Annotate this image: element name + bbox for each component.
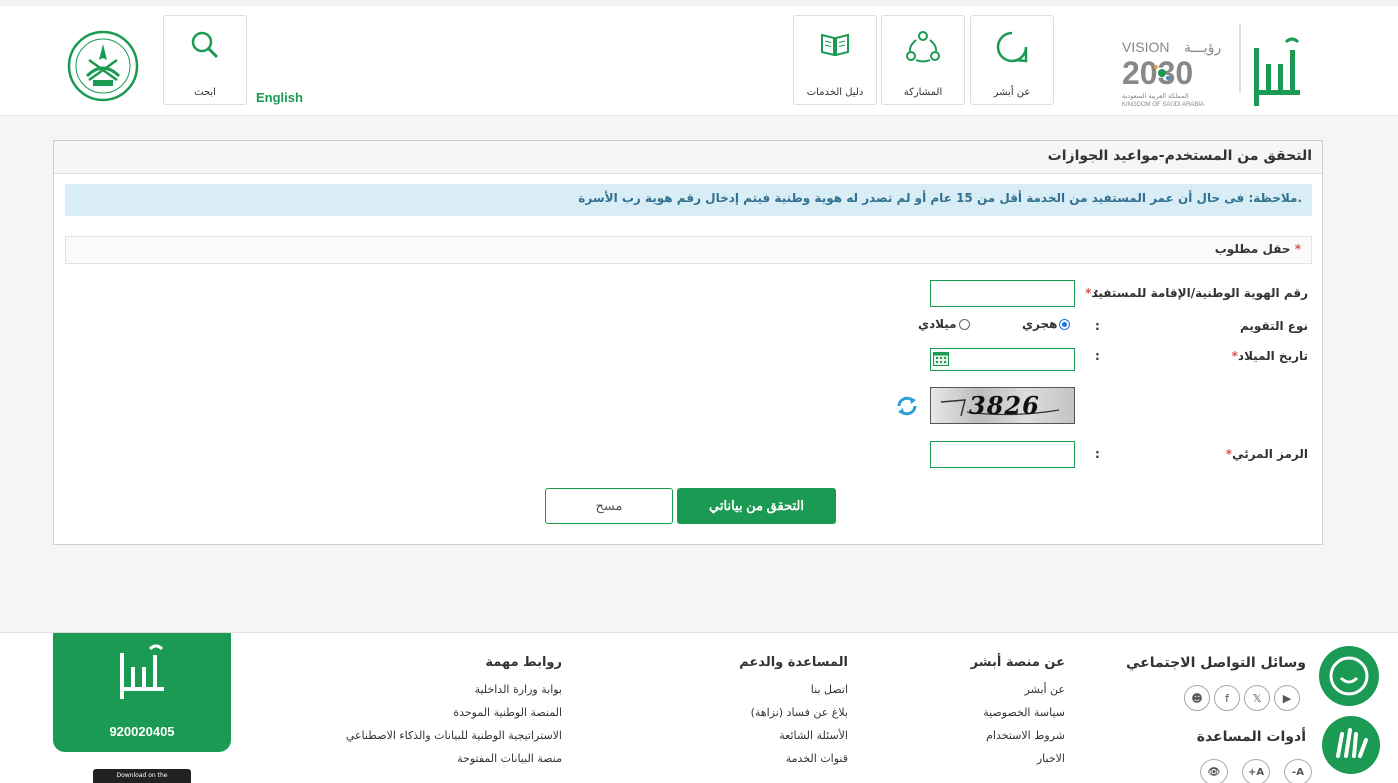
id-number-input[interactable]	[930, 280, 1075, 307]
hijri-label: هجري	[1022, 317, 1058, 331]
calendar-type-label: نوع التقويم	[1240, 319, 1308, 333]
footer-link[interactable]: المنصة الوطنية الموحدة	[310, 701, 562, 724]
sign-language-icon[interactable]	[1322, 716, 1380, 774]
footer-link[interactable]: عن أبشر	[940, 678, 1065, 701]
footer-phone[interactable]: 920020405	[53, 724, 231, 739]
youtube-icon[interactable]: ▶	[1274, 685, 1300, 711]
moi-emblem-icon[interactable]	[67, 30, 139, 102]
nav-services-guide[interactable]: دليل الخدمات	[793, 15, 877, 105]
nav-about-absher[interactable]: عن أبشر	[970, 15, 1054, 105]
footer-link[interactable]: قنوات الخدمة	[690, 747, 848, 770]
dob-label: تاريخ الميلاد*	[1231, 349, 1308, 363]
share-network-icon	[906, 31, 940, 63]
colon: :	[1095, 319, 1100, 333]
dob-input[interactable]	[930, 348, 1075, 371]
footer-link[interactable]: الأسئلة الشائعة	[690, 724, 848, 747]
radio-selected-icon[interactable]	[1059, 318, 1071, 330]
footer-col-title: المساعدة والدعم	[739, 655, 848, 670]
absher-logo[interactable]	[1234, 20, 1304, 112]
colon: :	[1095, 349, 1100, 363]
footer-col-title: عن منصة أبشر	[970, 655, 1065, 670]
captcha-label: الرمز المرئي*	[1225, 447, 1308, 461]
calendar-icon[interactable]	[933, 352, 949, 366]
nav-label: المشاركة	[903, 87, 943, 98]
gregorian-label: ميلادي	[918, 317, 957, 331]
captcha-image: 3826	[930, 387, 1075, 424]
required-text: حقل مطلوب	[1214, 242, 1291, 256]
appstore-badge[interactable]: Download on the	[93, 769, 191, 783]
snapchat-icon[interactable]: ☻	[1184, 685, 1210, 711]
search-icon	[191, 31, 219, 59]
book-icon	[821, 33, 849, 57]
accessibility-tools: 👁 +A -A	[1200, 759, 1312, 783]
svg-text:VISION: VISION	[1122, 39, 1169, 55]
footer-link[interactable]: الاخبار	[940, 747, 1065, 770]
radio-unselected-icon[interactable]	[958, 318, 970, 330]
svg-text:2030: 2030	[1122, 55, 1193, 91]
refresh-captcha-icon[interactable]	[895, 394, 919, 418]
footer-about-col: عن منصة أبشر عن أبشر سياسة الخصوصية شروط…	[940, 655, 1065, 770]
colon: :	[1095, 447, 1100, 461]
svg-text:رؤيـــة: رؤيـــة	[1184, 40, 1221, 56]
panel-title: التحقق من المستخدم-مواعيد الجوازات	[54, 141, 1322, 174]
english-link[interactable]: English	[256, 90, 303, 105]
footer-link[interactable]: بلاغ عن فساد (نزاهة)	[690, 701, 848, 724]
footer-link[interactable]: اتصل بنا	[690, 678, 848, 701]
footer-links-col: روابط مهمة بوابة وزارة الداخلية المنصة ا…	[310, 655, 562, 770]
font-decrease-button[interactable]: -A	[1284, 759, 1312, 783]
captcha-text: 3826	[969, 391, 1040, 420]
chat-bubble-icon	[996, 31, 1028, 63]
chatbot-icon[interactable]	[1319, 646, 1379, 706]
verification-panel: التحقق من المستخدم-مواعيد الجوازات ملاحظ…	[53, 140, 1323, 545]
footer-link[interactable]: منصة البيانات المفتوحة	[310, 747, 562, 770]
vision-2030-logo: VISION رؤيـــة 2030 المملكة العربية السع…	[1122, 39, 1221, 108]
search-button[interactable]: ابحث	[163, 15, 247, 105]
svg-text:KINGDOM OF SAUDI ARABIA: KINGDOM OF SAUDI ARABIA	[1122, 102, 1204, 108]
footer-link[interactable]: بوابة وزارة الداخلية	[310, 678, 562, 701]
footer: 920020405 Download on the روابط مهمة بوا…	[0, 632, 1398, 783]
footer-link[interactable]: شروط الاستخدام	[940, 724, 1065, 747]
clear-button[interactable]: مسح	[545, 488, 673, 524]
verify-button[interactable]: التحقق من بياناتي	[677, 488, 836, 524]
gregorian-radio[interactable]: ميلادي	[918, 317, 970, 331]
colon: :	[1094, 286, 1099, 300]
hijri-radio[interactable]: هجري	[1022, 317, 1071, 331]
svg-text:المملكة العربية السعودية: المملكة العربية السعودية	[1122, 92, 1189, 100]
x-twitter-icon[interactable]: 𝕏	[1244, 685, 1270, 711]
captcha-input[interactable]	[930, 441, 1075, 468]
absher-logo-white	[120, 644, 164, 699]
required-star: *	[1294, 242, 1301, 256]
facebook-icon[interactable]: f	[1214, 685, 1240, 711]
footer-link[interactable]: سياسة الخصوصية	[940, 701, 1065, 724]
social-title: وسائل التواصل الاجتماعي	[1126, 655, 1306, 671]
footer-absher-card: 920020405	[53, 633, 231, 752]
footer-link[interactable]: الاستراتيجية الوطنية للبيانات والذكاء ال…	[310, 724, 562, 747]
nav-participation[interactable]: المشاركة	[881, 15, 965, 105]
social-icons: ☻ f 𝕏 ▶	[1184, 685, 1300, 711]
nav-label: عن أبشر	[993, 87, 1031, 98]
info-note: ملاحظة: فى حال أن عمر المستفيد من الخدمة…	[65, 184, 1312, 216]
nav-label: دليل الخدمات	[806, 87, 864, 98]
id-label: رقم الهوية الوطنية/الإقامة للمستفيد*	[1085, 286, 1308, 300]
footer-support-col: المساعدة والدعم اتصل بنا بلاغ عن فساد (ن…	[690, 655, 848, 770]
help-tools-title: أدوات المساعدة	[1196, 729, 1306, 745]
font-increase-button[interactable]: +A	[1242, 759, 1270, 783]
header: ابحث English دليل الخدمات المشاركة عن أب…	[0, 0, 1398, 116]
eye-icon[interactable]: 👁	[1200, 759, 1228, 783]
search-label: ابحث	[194, 87, 216, 98]
footer-col-title: روابط مهمة	[485, 655, 562, 670]
required-legend: حقل مطلوب *	[65, 236, 1312, 264]
